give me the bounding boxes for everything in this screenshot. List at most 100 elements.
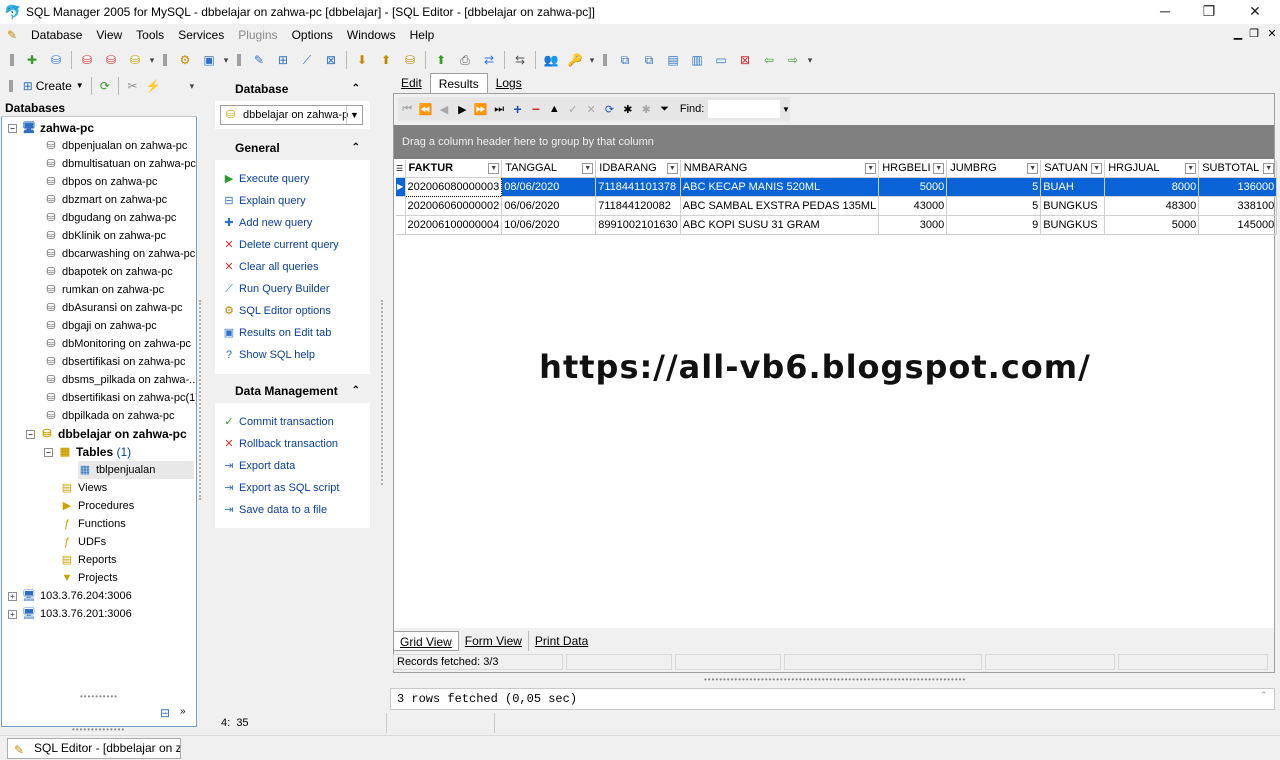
- grid-cell[interactable]: 202006100000004: [405, 215, 503, 235]
- save-bookmark-icon[interactable]: ✱: [619, 99, 637, 119]
- tree-folder-item[interactable]: ƒ UDFs: [60, 533, 106, 551]
- grid-cell[interactable]: 5000: [878, 177, 948, 197]
- design-query-icon[interactable]: ⊠: [321, 50, 341, 70]
- tree-database-item[interactable]: ⛁ dbmultisatuan on zahwa-pc: [44, 155, 196, 173]
- grid-cell[interactable]: 9: [946, 215, 1042, 235]
- tree-host-item[interactable]: + 🖥 103.3.76.201:3006: [8, 605, 132, 623]
- connect-icon[interactable]: ⚙: [175, 50, 195, 70]
- tree-database-item[interactable]: ⛁ dbzmart on zahwa-pc: [44, 191, 167, 209]
- grid-cell[interactable]: 8000: [1104, 177, 1200, 197]
- grid-cell[interactable]: 7118441101378: [595, 177, 681, 197]
- menu-options[interactable]: Options: [285, 24, 340, 46]
- menu-windows[interactable]: Windows: [340, 24, 403, 46]
- create-button[interactable]: ⊞ Create ▼: [21, 76, 86, 96]
- tab-form-view[interactable]: Form View: [459, 631, 529, 651]
- tree-tables[interactable]: − ▦ Tables (1): [44, 443, 131, 461]
- tree-database-item[interactable]: ⛁ dbpilkada on zahwa-pc: [44, 407, 174, 425]
- general-action[interactable]: ✕ Delete current query: [222, 236, 338, 254]
- chevron-down-icon[interactable]: ▼: [346, 106, 362, 124]
- prior-record-icon[interactable]: ◀: [435, 99, 453, 119]
- column-filter-icon[interactable]: ▼: [1091, 163, 1103, 174]
- toolbar-overflow-icon[interactable]: ▾: [188, 76, 196, 96]
- prior-page-icon[interactable]: ⏪: [416, 99, 434, 119]
- tree-database-item[interactable]: ⛁ dbAsuransi on zahwa-pc: [44, 299, 182, 317]
- grid-cell[interactable]: 48300: [1104, 196, 1200, 216]
- refresh-icon[interactable]: ⟳: [97, 76, 114, 96]
- middle-splitter[interactable]: [381, 300, 385, 485]
- column-filter-icon[interactable]: ▼: [933, 163, 945, 174]
- chevron-down-icon[interactable]: ▼: [782, 105, 790, 114]
- row-indicator[interactable]: [396, 215, 406, 235]
- grid-cell[interactable]: 136000: [1198, 177, 1278, 197]
- refresh-records-icon[interactable]: ⟳: [600, 99, 618, 119]
- general-action[interactable]: ▶ Execute query: [222, 170, 310, 188]
- grid-row[interactable]: 202006100000004 10/06/2020 8991002101630 AB…: [396, 215, 1278, 235]
- grid-cell[interactable]: BUNGKUS: [1040, 196, 1106, 216]
- tree-database-item[interactable]: ⛁ dbcarwashing on zahwa-pc: [44, 245, 195, 263]
- disconnect-icon[interactable]: ▣: [199, 50, 219, 70]
- collapse-icon[interactable]: −: [8, 123, 17, 133]
- backup-icon[interactable]: ⬆: [431, 50, 451, 70]
- grid-cell[interactable]: 338100: [1198, 196, 1278, 216]
- grid-cell[interactable]: 3000: [878, 215, 948, 235]
- edit-record-icon[interactable]: ▲: [545, 99, 563, 119]
- connect-tool-icon[interactable]: ⚡: [145, 76, 162, 96]
- last-record-icon[interactable]: ⏭: [490, 99, 508, 119]
- back-icon[interactable]: ⇦: [759, 50, 779, 70]
- disconnect-tool-icon[interactable]: ✂: [124, 76, 141, 96]
- column-filter-icon[interactable]: ▼: [1185, 163, 1197, 174]
- sql-script-icon[interactable]: ⟋: [297, 50, 317, 70]
- grid-cell[interactable]: 10/06/2020: [501, 215, 597, 235]
- grid-cell[interactable]: 145000: [1198, 215, 1278, 235]
- expand-icon[interactable]: +: [8, 591, 17, 601]
- collapse-up-icon[interactable]: ⌃: [352, 77, 360, 101]
- tree-database-item[interactable]: ⛁ dbpenjualan on zahwa-pc: [44, 137, 187, 155]
- general-action[interactable]: ▣ Results on Edit tab: [222, 324, 332, 342]
- close-button[interactable]: ✕: [1232, 0, 1278, 24]
- grid-cell[interactable]: 43000: [878, 196, 948, 216]
- grid-cell[interactable]: ABC SAMBAL EXSTRA PEDAS 135ML: [680, 196, 880, 216]
- grid-cell[interactable]: BUAH: [1040, 177, 1106, 197]
- grid-column-header[interactable]: HRGJUAL ▼: [1104, 160, 1200, 178]
- tree-options-icon[interactable]: ⊟: [160, 706, 170, 720]
- column-filter-icon[interactable]: ▼: [582, 163, 594, 174]
- tree-active-database[interactable]: − ⛁ dbbelajar on zahwa-pc: [26, 425, 187, 443]
- grid-cell[interactable]: 711844120082: [595, 196, 681, 216]
- grid-cell[interactable]: ABC KOPI SUSU 31 GRAM: [680, 215, 880, 235]
- sql-editor-icon[interactable]: ✎: [249, 50, 269, 70]
- grid-cell[interactable]: 8991002101630: [595, 215, 681, 235]
- column-filter-icon[interactable]: ▼: [488, 163, 500, 174]
- tree-folder-item[interactable]: ▼ Projects: [60, 569, 118, 587]
- tab-print-data[interactable]: Print Data: [529, 631, 594, 651]
- grid-cell[interactable]: 202006080000003: [404, 176, 503, 197]
- extract-database-icon[interactable]: ⛁: [400, 50, 420, 70]
- find-input[interactable]: [708, 100, 780, 118]
- cancel-edit-icon[interactable]: ✕: [582, 99, 600, 119]
- tree-database-item[interactable]: ⛁ dbgaji on zahwa-pc: [44, 317, 156, 335]
- tree-host-item[interactable]: + 🖥 103.3.76.204:3006: [8, 587, 132, 605]
- column-filter-icon[interactable]: ▼: [1263, 163, 1275, 174]
- tab-grid-view[interactable]: Grid View: [393, 631, 459, 651]
- grid-column-header[interactable]: SATUAN ▼: [1040, 160, 1106, 178]
- unregister-database-icon[interactable]: ⛁: [77, 50, 97, 70]
- mdi-minimize-button[interactable]: ▁: [1230, 27, 1246, 40]
- grid-row[interactable]: ▶ 202006080000003 08/06/2020 7118441101378 A…: [396, 176, 1278, 197]
- users-icon[interactable]: 👥: [541, 50, 561, 70]
- next-record-icon[interactable]: ▶: [453, 99, 471, 119]
- menu-database[interactable]: Database: [24, 24, 89, 46]
- data-action[interactable]: ⇥ Save data to a file: [222, 501, 327, 519]
- menu-plugins[interactable]: Plugins: [231, 24, 284, 46]
- next-page-icon[interactable]: ⏩: [472, 99, 490, 119]
- delete-record-icon[interactable]: −: [527, 99, 545, 119]
- grid-column-header[interactable]: NMBARANG ▼: [680, 160, 880, 178]
- tree-table-item[interactable]: ▦ tblpenjualan: [78, 461, 194, 479]
- tile-vertical-icon[interactable]: ▥: [687, 50, 707, 70]
- taskbar-sql-editor[interactable]: ✎ SQL Editor - [dbbelajar on za...: [7, 738, 181, 759]
- filter-icon[interactable]: ⏷: [655, 99, 673, 119]
- forward-icon[interactable]: ⇨: [783, 50, 803, 70]
- grid-column-header[interactable]: FAKTUR ▼: [405, 160, 503, 178]
- tree-host[interactable]: − 🖥 zahwa-pc: [8, 119, 94, 137]
- tab-logs[interactable]: Logs: [488, 73, 530, 93]
- tab-results[interactable]: Results: [429, 73, 488, 93]
- menu-view[interactable]: View: [89, 24, 129, 46]
